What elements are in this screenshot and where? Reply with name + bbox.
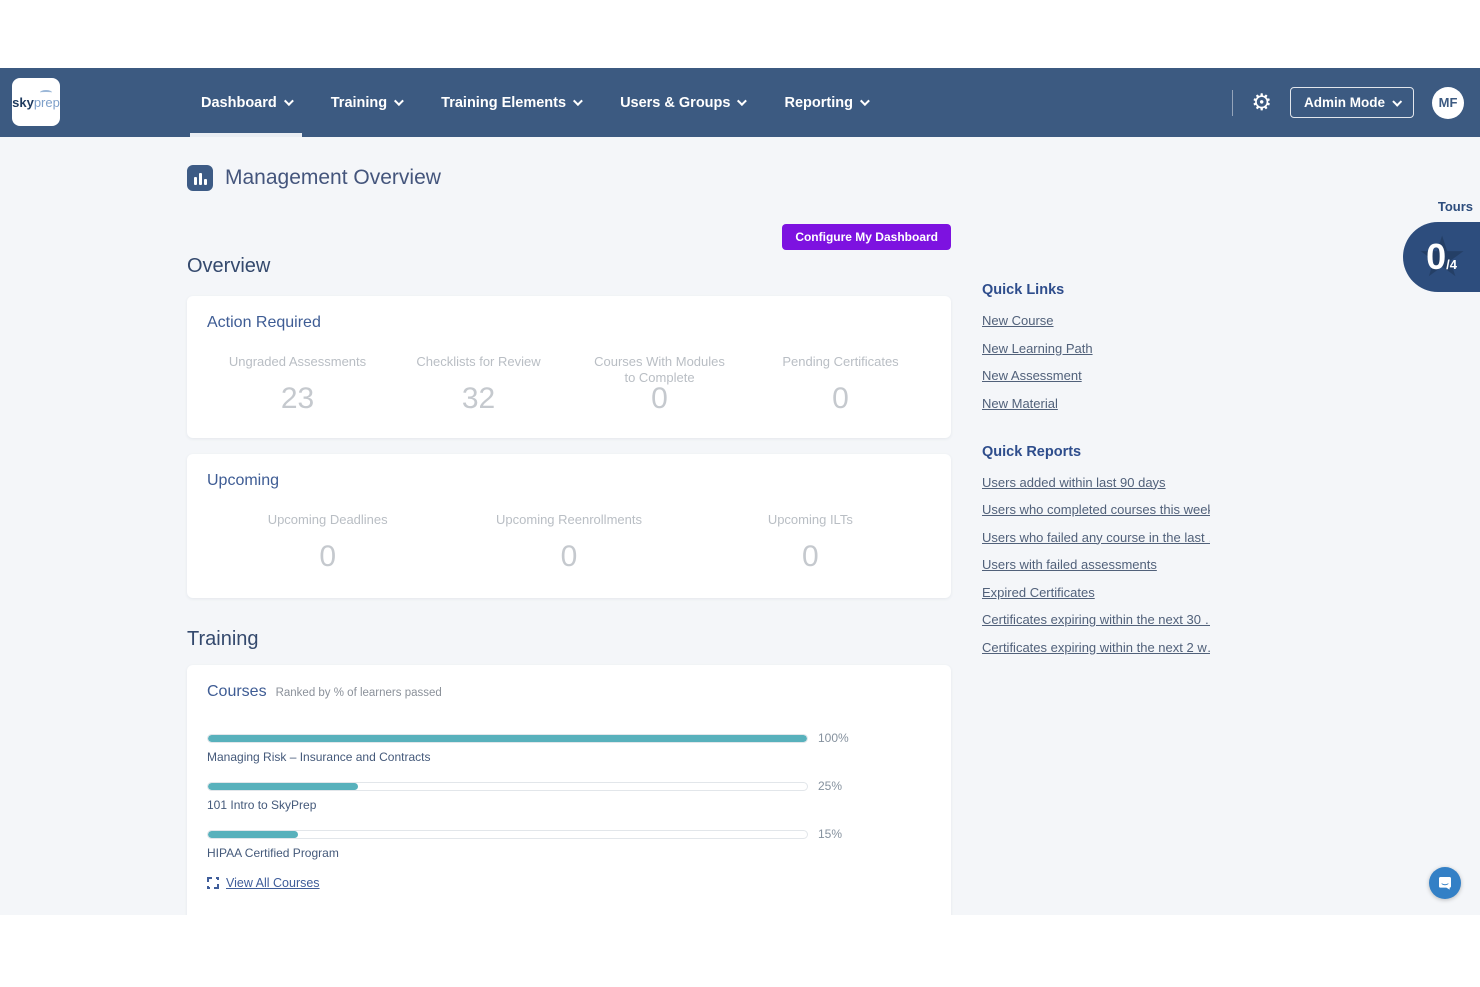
chevron-down-icon	[284, 96, 294, 106]
nav-item-users-groups[interactable]: Users & Groups	[609, 68, 755, 137]
bar-value: 15%	[818, 827, 842, 841]
bar-fill	[208, 783, 358, 790]
quick-links-section: Quick Links New Course New Learning Path…	[982, 282, 1212, 411]
skyprep-logo[interactable]: skyprep	[12, 78, 60, 126]
upcoming-stats: Upcoming Deadlines 0 Upcoming Reenrollme…	[207, 512, 931, 574]
nav-item-training-elements[interactable]: Training Elements	[430, 68, 591, 137]
view-all-courses-row: View All Courses	[207, 876, 931, 890]
content-area: Management Overview Configure My Dashboa…	[0, 137, 1480, 915]
logo-bird-mark	[40, 90, 52, 95]
chevron-down-icon	[1392, 97, 1402, 107]
navbar-divider	[1232, 90, 1233, 116]
bar-category-label: Managing Risk – Insurance and Contracts	[207, 750, 931, 764]
chat-bubble-icon	[1437, 875, 1453, 891]
page-title: Management Overview	[225, 166, 441, 190]
overview-heading: Overview	[187, 255, 951, 278]
action-required-card: Action Required Ungraded Assessments 23 …	[187, 296, 951, 438]
configure-dashboard-button[interactable]: Configure My Dashboard	[782, 224, 951, 250]
bar-value: 25%	[818, 779, 842, 793]
courses-subtitle: Ranked by % of learners passed	[276, 687, 442, 699]
link-certs-expiring-30[interactable]: Certificates expiring within the next 30…	[982, 612, 1210, 627]
gear-icon[interactable]: ⚙	[1251, 91, 1272, 114]
configure-row: Configure My Dashboard	[187, 224, 951, 250]
link-new-course[interactable]: New Course	[982, 313, 1210, 328]
stat-upcoming-deadlines: Upcoming Deadlines 0	[207, 512, 448, 574]
tours-count: 0	[1426, 236, 1446, 278]
action-required-title: Action Required	[207, 314, 931, 332]
action-required-stats: Ungraded Assessments 23 Checklists for R…	[207, 354, 931, 416]
tours-badge[interactable]: ★ 0 /4	[1403, 222, 1480, 292]
courses-title-row: Courses Ranked by % of learners passed	[207, 683, 931, 701]
admin-mode-dropdown[interactable]: Admin Mode	[1290, 87, 1414, 118]
stat-upcoming-ilts: Upcoming ILTs 0	[690, 512, 931, 574]
top-navbar: skyprep Dashboard Training Training Elem…	[0, 68, 1480, 137]
stat-upcoming-reenrollments: Upcoming Reenrollments 0	[448, 512, 689, 574]
user-avatar[interactable]: MF	[1432, 87, 1464, 119]
stat-checklists-review: Checklists for Review 32	[388, 354, 569, 416]
bar-group: 15% HIPAA Certified Program	[207, 827, 931, 860]
tours-label: Tours	[1438, 199, 1473, 214]
courses-bar-chart: 100% Managing Risk – Insurance and Contr…	[207, 731, 931, 860]
bar-chart-icon	[187, 165, 213, 191]
link-new-learning-path[interactable]: New Learning Path	[982, 341, 1210, 356]
nav-item-reporting[interactable]: Reporting	[773, 68, 877, 137]
skyprep-logo-text: skyprep	[12, 95, 60, 110]
bar-category-label: HIPAA Certified Program	[207, 846, 931, 860]
stat-courses-modules: Courses With Modules to Complete 0	[569, 354, 750, 416]
bar-category-label: 101 Intro to SkyPrep	[207, 798, 931, 812]
bar-track	[207, 734, 808, 743]
bar-fill	[208, 831, 298, 838]
chevron-down-icon	[394, 96, 404, 106]
upcoming-title: Upcoming	[207, 472, 931, 490]
chat-launcher-button[interactable]	[1429, 867, 1461, 899]
chevron-down-icon	[573, 96, 583, 106]
bar-value: 100%	[818, 731, 849, 745]
link-users-failed-course[interactable]: Users who failed any course in the last …	[982, 530, 1210, 545]
bar-group: 25% 101 Intro to SkyPrep	[207, 779, 931, 812]
link-new-assessment[interactable]: New Assessment	[982, 368, 1210, 383]
training-heading: Training	[187, 628, 951, 651]
stat-ungraded-assessments: Ungraded Assessments 23	[207, 354, 388, 416]
link-users-added-90-days[interactable]: Users added within last 90 days	[982, 475, 1210, 490]
upcoming-card: Upcoming Upcoming Deadlines 0 Upcoming R…	[187, 454, 951, 598]
view-all-courses-link[interactable]: View All Courses	[226, 876, 320, 890]
link-users-completed-week[interactable]: Users who completed courses this week	[982, 502, 1210, 517]
tours-total: /4	[1446, 257, 1457, 272]
link-users-failed-assessments[interactable]: Users with failed assessments	[982, 557, 1210, 572]
courses-card: Courses Ranked by % of learners passed 1…	[187, 665, 951, 915]
link-expired-certificates[interactable]: Expired Certificates	[982, 585, 1210, 600]
nav-item-dashboard[interactable]: Dashboard	[190, 68, 302, 137]
bar-fill	[208, 735, 807, 742]
link-new-material[interactable]: New Material	[982, 396, 1210, 411]
main-column: Management Overview Configure My Dashboa…	[187, 137, 951, 915]
main-nav: Dashboard Training Training Elements Use…	[190, 68, 896, 137]
bar-group: 100% Managing Risk – Insurance and Contr…	[207, 731, 931, 764]
courses-title: Courses	[207, 683, 267, 701]
quick-reports-section: Quick Reports Users added within last 90…	[982, 444, 1212, 655]
bar-track	[207, 782, 808, 791]
page-header: Management Overview	[187, 165, 951, 191]
quick-reports-heading: Quick Reports	[982, 444, 1212, 460]
expand-icon	[207, 877, 219, 889]
quick-links-heading: Quick Links	[982, 282, 1212, 298]
navbar-right: ⚙ Admin Mode MF	[1232, 68, 1464, 137]
nav-item-training[interactable]: Training	[320, 68, 412, 137]
link-certs-expiring-2w[interactable]: Certificates expiring within the next 2 …	[982, 640, 1210, 655]
sidebar: Quick Links New Course New Learning Path…	[982, 282, 1212, 667]
bar-track	[207, 830, 808, 839]
stat-pending-certificates: Pending Certificates 0	[750, 354, 931, 416]
screen: skyprep Dashboard Training Training Elem…	[0, 0, 1480, 987]
chevron-down-icon	[737, 96, 747, 106]
chevron-down-icon	[860, 96, 870, 106]
